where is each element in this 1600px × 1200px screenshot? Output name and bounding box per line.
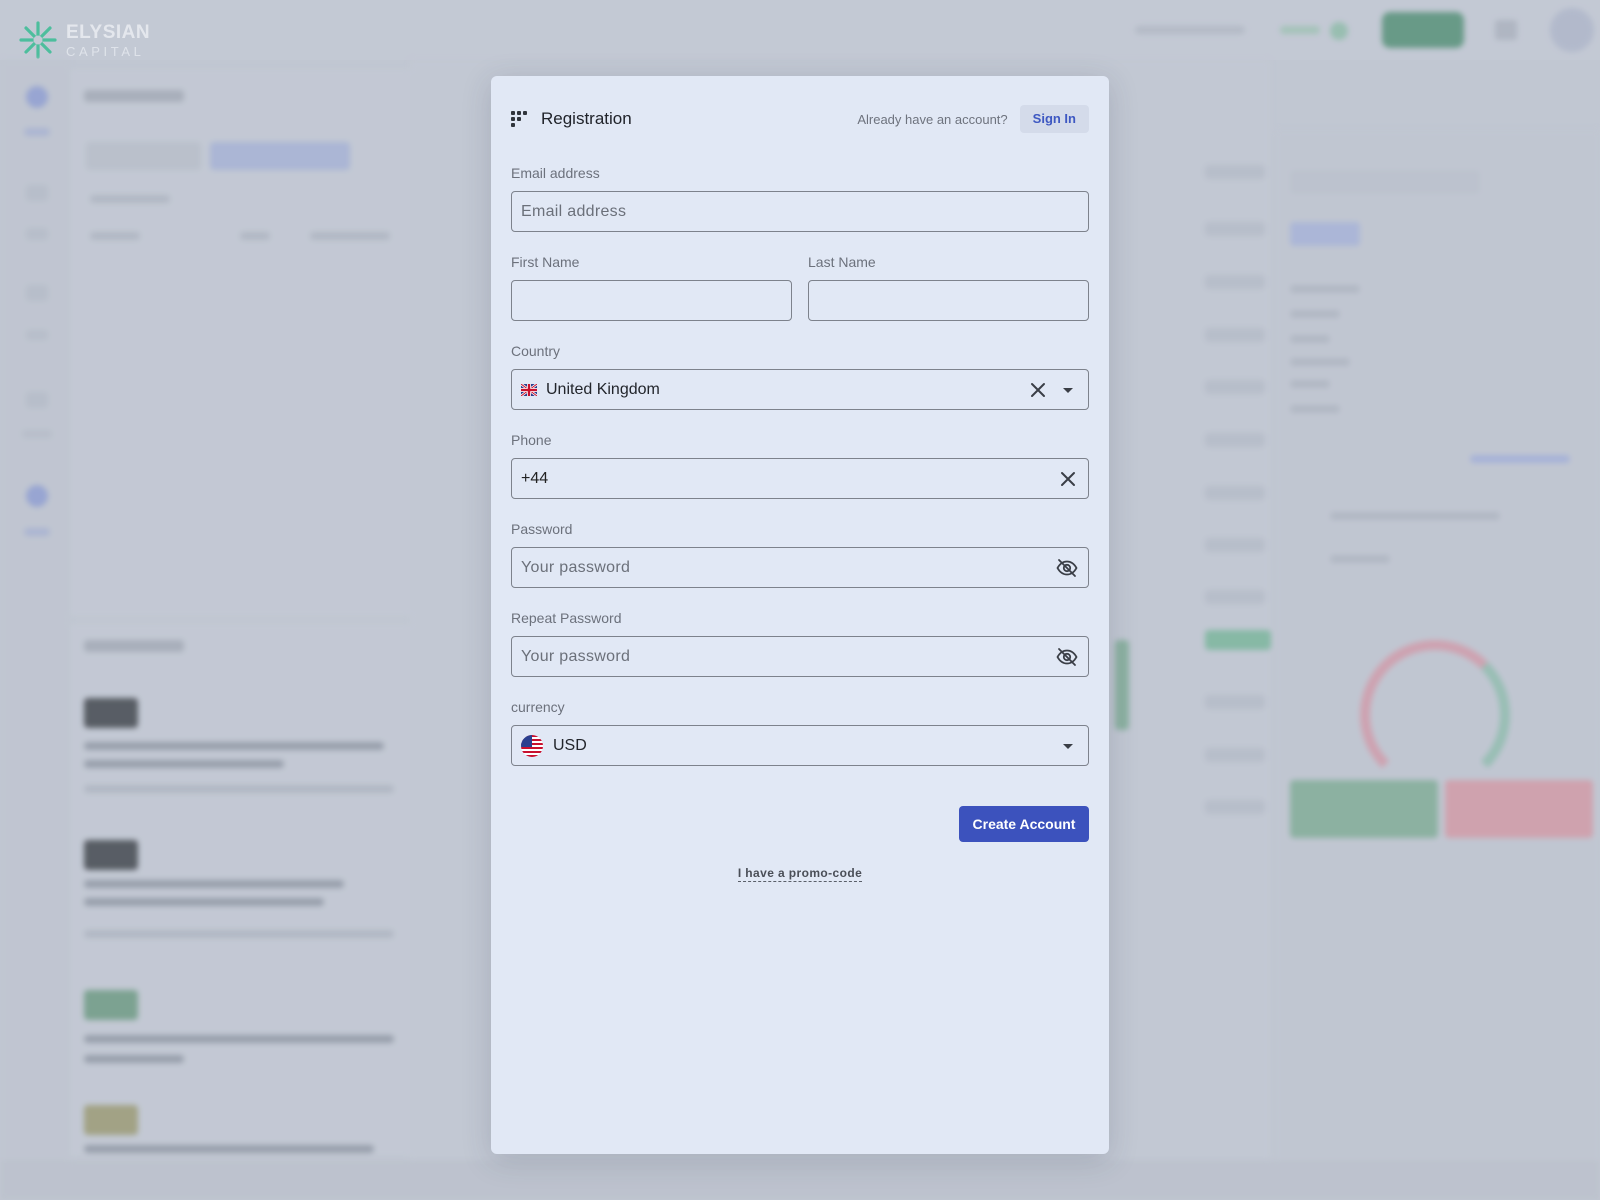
- password-visibility-off-icon[interactable]: [1055, 556, 1079, 580]
- sign-in-button[interactable]: Sign In: [1019, 105, 1089, 133]
- country-value: United Kingdom: [546, 380, 660, 398]
- currency-select[interactable]: USD: [511, 725, 1089, 766]
- email-input[interactable]: [521, 192, 1079, 231]
- password-input[interactable]: [521, 548, 1055, 587]
- dialog-header: Registration Already have an account? Si…: [511, 104, 1089, 134]
- last-name-field-group: Last Name: [808, 252, 1089, 321]
- dialog-title: Registration: [541, 109, 632, 128]
- currency-field-group: currency USD: [511, 697, 1089, 766]
- first-name-control: [511, 280, 792, 321]
- currency-chevron-down-icon[interactable]: [1049, 735, 1079, 757]
- registration-dialog: Registration Already have an account? Si…: [491, 76, 1109, 1154]
- create-account-button[interactable]: Create Account: [959, 806, 1089, 842]
- country-field-group: Country United Kingdom: [511, 341, 1089, 410]
- country-label: Country: [511, 343, 561, 359]
- repeat-password-label: Repeat Password: [511, 610, 622, 626]
- promo-code-link[interactable]: I have a promo-code: [737, 866, 863, 882]
- phone-control: [511, 458, 1089, 499]
- phone-input[interactable]: [521, 459, 1057, 498]
- password-field-group: Password: [511, 519, 1089, 588]
- us-flag-icon: [521, 734, 543, 757]
- last-name-control: [808, 280, 1089, 321]
- gb-flag-icon: [521, 383, 537, 396]
- country-chevron-down-icon[interactable]: [1049, 379, 1079, 401]
- phone-label: Phone: [511, 432, 552, 448]
- promo-code-link-wrap: I have a promo-code: [491, 866, 1109, 882]
- first-name-field-group: First Name: [511, 252, 792, 321]
- repeat-password-field-group: Repeat Password: [511, 608, 1089, 677]
- currency-label: currency: [511, 699, 565, 715]
- phone-clear-icon[interactable]: [1057, 468, 1079, 490]
- email-label: Email address: [511, 165, 600, 181]
- email-field-group: Email address: [511, 163, 1089, 232]
- repeat-password-input[interactable]: [521, 637, 1055, 676]
- email-control: [511, 191, 1089, 232]
- already-have-account-text: Already have an account?: [857, 111, 1008, 127]
- phone-field-group: Phone: [511, 430, 1089, 499]
- first-name-input[interactable]: [521, 281, 782, 320]
- repeat-password-visibility-off-icon[interactable]: [1055, 645, 1079, 669]
- password-control: [511, 547, 1089, 588]
- password-label: Password: [511, 521, 573, 537]
- country-clear-icon[interactable]: [1027, 379, 1049, 401]
- currency-value: USD: [553, 736, 587, 754]
- first-name-label: First Name: [511, 254, 580, 270]
- last-name-input[interactable]: [818, 281, 1079, 320]
- last-name-label: Last Name: [808, 254, 876, 270]
- registration-icon: [511, 111, 527, 127]
- country-select[interactable]: United Kingdom: [511, 369, 1089, 410]
- repeat-password-control: [511, 636, 1089, 677]
